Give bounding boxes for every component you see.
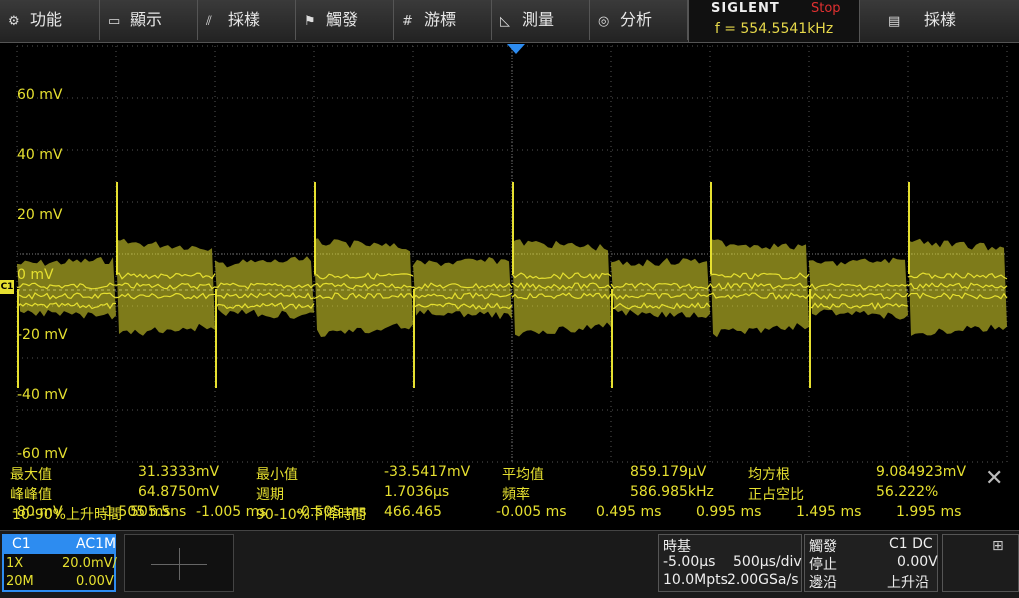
menu-display[interactable]: ▭ 顯示 [100, 0, 198, 40]
channel1-scale: 20.0mV/ [62, 556, 117, 571]
monitor-icon: ▭ [108, 14, 121, 29]
waveform-grid [16, 45, 1008, 463]
waveform-segment [214, 256, 315, 319]
y-label-0: 0 mV [17, 267, 54, 283]
meas-fall-value: 466.465 [384, 504, 442, 520]
timebase-panel[interactable]: 時基 -5.00µs 500µs/div 10.0Mpts 2.00GSa/s [658, 534, 802, 592]
network-icon[interactable]: ⊞ [992, 538, 1004, 554]
brand-logo: SIGLENT [711, 1, 780, 16]
gear-icon: ⚙ [8, 14, 20, 29]
timebase-scale: 500µs/div [733, 554, 802, 570]
channel1-name: C1 [12, 536, 31, 552]
trigger-title: 觸發 [809, 539, 837, 555]
waveform-segment [907, 238, 1008, 336]
meas-pkpk-value: 64.8750mV [138, 484, 220, 500]
time-tick-7: 1.995 ms [896, 504, 962, 520]
meas-max-label: 最大值 [10, 467, 52, 483]
trigger-source: C1 DC [889, 536, 933, 552]
channel1-coupling: AC1M [76, 536, 117, 552]
measure-icon: ◺ [500, 14, 510, 29]
analysis-icon: ◎ [598, 14, 610, 29]
timebase-title: 時基 [663, 539, 691, 555]
timebase-sample-rate: 2.00GSa/s [727, 572, 799, 588]
waveform-segment [313, 238, 414, 338]
channel1-offset-marker[interactable]: C1 [0, 280, 14, 294]
waveform-segment [511, 239, 612, 337]
meas-min-value: -33.5417mV [384, 464, 471, 480]
menu-measure[interactable]: ◺ 測量 [492, 0, 590, 40]
timebase-memory: 10.0Mpts [663, 572, 728, 588]
menu-function-label: 功能 [30, 10, 63, 29]
utility-panel[interactable] [942, 534, 1019, 592]
list-icon: ▤ [888, 14, 901, 29]
meas-mean-label: 平均值 [502, 467, 544, 483]
y-label-60: 60 mV [17, 87, 63, 103]
waveform-segment [115, 238, 216, 336]
menu-measure-label: 測量 [522, 10, 555, 29]
trigger-slope: 上升沿 [887, 575, 929, 591]
time-tick-6: 1.495 ms [796, 504, 862, 520]
waveform-segment [610, 257, 711, 319]
meas-rms-label: 均方根 [748, 467, 790, 483]
menu-acquire-label: 採樣 [228, 10, 261, 29]
waveform-display[interactable]: 60 mV 40 mV 20 mV 0 mV -20 mV -40 mV -60… [0, 44, 1019, 464]
meas-freq-value: 586.985kHz [630, 484, 714, 500]
channel1-probe: 1X [6, 556, 24, 571]
time-tick-2: -0.505 ms [296, 504, 367, 520]
menu-bar: ⚙ 功能 ▭ 顯示 ⫽ 採樣 ⚑ 觸發 # 游標 ◺ 測量 ◎ 分析 SIGLENT Stop… [0, 0, 1019, 43]
meas-min-label: 最小值 [256, 467, 298, 483]
y-label-neg20: -20 mV [17, 327, 68, 343]
waveform-segment [412, 256, 513, 320]
y-label-neg60: -60 mV [17, 446, 68, 462]
menu-cursor[interactable]: # 游標 [394, 0, 492, 40]
flag-icon: ⚑ [304, 14, 316, 29]
meas-rms-value: 9.084923mV [876, 464, 967, 480]
close-icon[interactable]: ✕ [985, 466, 1003, 491]
channel1-offset: 0.00V [76, 574, 114, 589]
y-label-40: 40 mV [17, 147, 63, 163]
trigger-panel[interactable]: 觸發 C1 DC 停止 0.00V 邊沿 上升沿 [804, 534, 938, 592]
menu-acquire-mode[interactable]: ▤ 採樣 [872, 0, 1019, 40]
menu-trigger-label: 觸發 [326, 10, 359, 29]
time-tick-1: -1.005 ms [196, 504, 267, 520]
channel1-panel[interactable]: C1 AC1M 1X 20.0mV/ 20M 0.00V [2, 534, 117, 592]
menu-acquire[interactable]: ⫽ 採樣 [198, 0, 296, 40]
trigger-position-marker[interactable] [507, 44, 525, 54]
menu-cursor-label: 游標 [424, 10, 457, 29]
menu-acquire-mode-label: 採樣 [924, 10, 957, 29]
trigger-level: 0.00V [897, 554, 938, 570]
frequency-counter: f = 554.5541kHz [714, 21, 834, 37]
trigger-state: 停止 [809, 557, 837, 573]
time-tick-4: 0.495 ms [596, 504, 662, 520]
time-tick-5: 0.995 ms [696, 504, 762, 520]
meas-duty-value: 56.222% [876, 484, 939, 500]
meas-mean-value: 859.179µV [630, 464, 707, 480]
waveform-segment [709, 238, 810, 338]
meas-period-value: 1.7036µs [384, 484, 450, 500]
sampling-icon: ⫽ [206, 14, 212, 29]
waveform-segment [808, 257, 909, 320]
y-label-neg40: -40 mV [17, 387, 68, 403]
meas-pkpk-label: 峰峰值 [10, 487, 52, 503]
cursor-grid-icon: # [402, 14, 413, 29]
meas-freq-label: 頻率 [502, 487, 530, 503]
crosshair-icon-v [179, 548, 180, 580]
y-label-20: 20 mV [17, 207, 63, 223]
time-tick-0: -1.505 ms [100, 504, 171, 520]
measurement-panel: 最大值 31.3333mV 最小值 -33.5417mV 平均值 859.179… [0, 464, 1019, 528]
meas-duty-label: 正占空比 [748, 487, 804, 503]
menu-analysis-label: 分析 [620, 10, 653, 29]
run-state[interactable]: Stop [811, 1, 841, 16]
menu-function[interactable]: ⚙ 功能 [0, 0, 100, 40]
status-panel: SIGLENT Stop f = 554.5541kHz [688, 0, 860, 42]
timebase-delay: -5.00µs [663, 554, 716, 570]
time-tick-3: -0.005 ms [496, 504, 567, 520]
meas-period-label: 週期 [256, 487, 284, 503]
channel1-bandwidth: 20M [6, 574, 34, 589]
menu-trigger[interactable]: ⚑ 觸發 [296, 0, 394, 40]
meas-max-value: 31.3333mV [138, 464, 220, 480]
menu-analysis[interactable]: ◎ 分析 [590, 0, 688, 40]
trigger-type: 邊沿 [809, 575, 837, 591]
menu-display-label: 顯示 [130, 10, 163, 29]
